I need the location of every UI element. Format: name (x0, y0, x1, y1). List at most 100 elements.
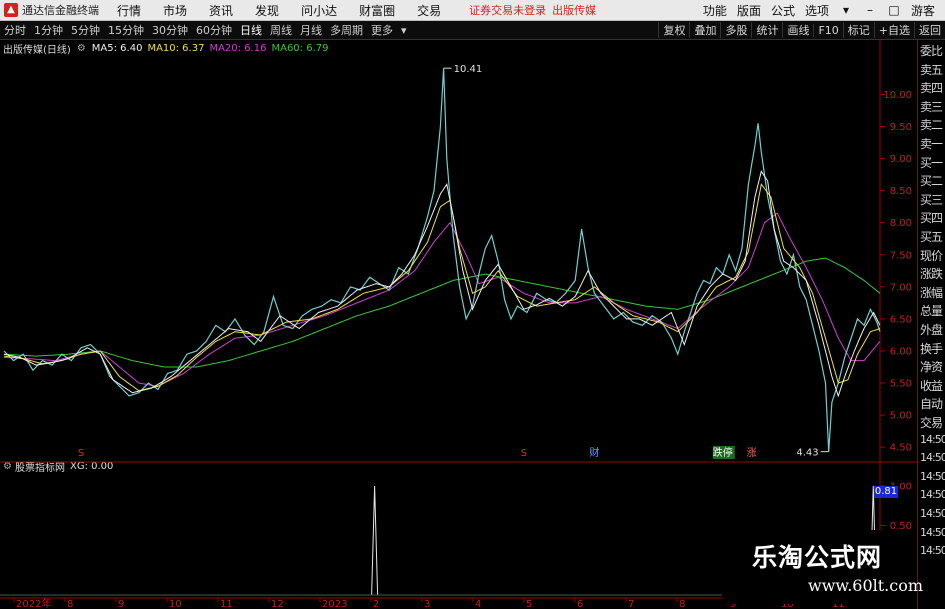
menu-function[interactable]: 功能 (703, 2, 727, 19)
y-tick-label: 8.50 (890, 186, 912, 197)
x-tick-label: 8 (679, 599, 685, 609)
y-tick-label: 5.00 (890, 411, 912, 422)
side-label: 现价 (920, 248, 943, 263)
menu-trade[interactable]: 交易 (417, 2, 441, 19)
side-label: 买五 (920, 230, 943, 244)
y-tick-label: 6.00 (890, 346, 912, 357)
tool-buttons: 复权 叠加 多股 统计 画线 F10 标记 +自选 返回 (658, 21, 945, 39)
app-logo-icon: ▲ (4, 3, 18, 17)
x-tick-label: 9 (118, 599, 124, 609)
y-tick-label: 8.00 (890, 218, 912, 229)
right-menu: 功能 版面 公式 选项 ▾ – □ 游客 (703, 0, 945, 20)
app-title: 通达信金融终端 (22, 4, 99, 17)
tool-button-5[interactable]: F10 (813, 23, 842, 37)
menu-bar: ▲ 通达信金融终端 行情 市场 资讯 发现 问小达 财富圈 交易 证券交易未登录… (0, 0, 945, 21)
chart-area[interactable]: 10.41 4.43 S S 财 跌停 涨 4.50 5.00 5.50 6.00 6.50 7.00… (0, 40, 917, 609)
y-tick-label: 9.00 (890, 154, 912, 165)
event-marker: 财 (589, 446, 599, 459)
tool-button-2[interactable]: 多股 (720, 22, 751, 38)
side-label: 收益 (920, 378, 943, 393)
x-tick-label: 3 (424, 599, 430, 609)
maximize-icon[interactable]: □ (887, 3, 901, 17)
menu-news[interactable]: 资讯 (209, 2, 233, 19)
tool-button-4[interactable]: 画线 (782, 22, 813, 38)
side-label: 卖三 (920, 99, 943, 114)
minimize-icon[interactable]: – (863, 3, 877, 17)
menu-layout[interactable]: 版面 (737, 2, 761, 19)
tab-period-0[interactable]: 分时 (4, 22, 26, 38)
side-label: 卖四 (920, 81, 943, 96)
login-notice[interactable]: 证券交易未登录 (469, 2, 546, 18)
y-tick-label: 10.00 (883, 90, 912, 101)
tool-button-0[interactable]: 复权 (658, 22, 689, 38)
tab-period-8[interactable]: 月线 (300, 22, 322, 38)
side-label: 14:50 (920, 451, 945, 465)
x-tick-label: 10 (169, 599, 182, 609)
menu-formula[interactable]: 公式 (771, 2, 795, 19)
x-tick-label: 8 (67, 599, 73, 609)
tab-period-4[interactable]: 30分钟 (152, 22, 188, 38)
series-line-ma60 (3, 257, 881, 368)
side-label: 涨跌 (920, 267, 943, 282)
menu-ask[interactable]: 问小达 (301, 2, 337, 19)
notice-stock: 出版传媒 (552, 4, 597, 17)
y-tick-label: 6.50 (890, 314, 912, 325)
y-tick-label: 5.50 (890, 379, 912, 390)
menu-wealth[interactable]: 财富圈 (359, 2, 395, 19)
y-tick-label: 9.50 (890, 122, 912, 133)
watermark-title: 乐淘公式网 (752, 543, 883, 572)
tab-period-10[interactable]: 更多 (371, 22, 393, 38)
side-label: 换手 (920, 341, 943, 356)
tab-period-9[interactable]: 多周期 (330, 22, 363, 38)
tool-button-7[interactable]: +自选 (873, 22, 914, 38)
tool-button-1[interactable]: 叠加 (689, 22, 720, 38)
side-label: 买四 (920, 211, 943, 226)
tool-button-6[interactable]: 标记 (842, 22, 874, 38)
side-label: 买二 (920, 174, 943, 189)
event-marker: 跌停 (713, 446, 733, 459)
chevron-down-icon[interactable]: ▾ (839, 3, 853, 17)
event-marker: S (78, 448, 84, 459)
x-tick-label: 6 (577, 599, 583, 609)
y-tick-label: 7.00 (890, 282, 912, 293)
tab-period-2[interactable]: 5分钟 (71, 22, 100, 38)
x-tick-label: 2022年 (16, 597, 51, 609)
tool-button-8[interactable]: 返回 (914, 22, 945, 38)
side-label: 卖二 (920, 118, 943, 133)
menu-markets[interactable]: 市场 (163, 2, 187, 19)
side-label: 14:50 (920, 488, 945, 502)
menu-options[interactable]: 选项 (805, 2, 829, 19)
side-label: 外盘 (920, 323, 943, 337)
tab-period-5[interactable]: 60分钟 (196, 22, 232, 38)
tool-button-3[interactable]: 统计 (751, 22, 782, 38)
side-label: 买三 (920, 192, 943, 207)
x-tick-label: 11 (220, 599, 233, 609)
side-label: 净资 (920, 360, 943, 375)
high-annotation: 10.41 (454, 64, 483, 75)
side-label: 涨幅 (920, 285, 943, 300)
menu-discover[interactable]: 发现 (255, 2, 279, 19)
side-label: 自动 (920, 397, 943, 412)
x-tick-label: 4 (475, 599, 481, 609)
y-tick-label: 4.50 (890, 443, 912, 454)
watermark: 乐淘公式网 www.60lt.com (722, 530, 923, 604)
x-tick-label: 7 (628, 599, 634, 609)
more-chevron-icon[interactable]: ▾ (401, 24, 407, 37)
x-tick-label: 5 (526, 599, 532, 609)
side-label: 14:50 (920, 544, 945, 558)
side-label: 14:50 (920, 469, 945, 483)
tab-period-6[interactable]: 日线 (240, 22, 262, 38)
side-label: 卖五 (920, 62, 943, 77)
tab-period-1[interactable]: 1分钟 (34, 22, 63, 38)
y-tick-label: 7.50 (890, 250, 912, 261)
x-tick-label: 12 (271, 599, 284, 609)
side-label: 14:50 (920, 432, 945, 446)
event-marker: S (521, 448, 527, 459)
menu-market[interactable]: 行情 (117, 2, 141, 19)
watermark-url: www.60lt.com (808, 576, 924, 595)
menu-guest[interactable]: 游客 (911, 2, 935, 19)
x-tick-label: 2 (373, 599, 379, 609)
side-label: 买一 (920, 155, 943, 170)
tab-period-7[interactable]: 周线 (270, 22, 292, 38)
tab-period-3[interactable]: 15分钟 (108, 22, 144, 38)
